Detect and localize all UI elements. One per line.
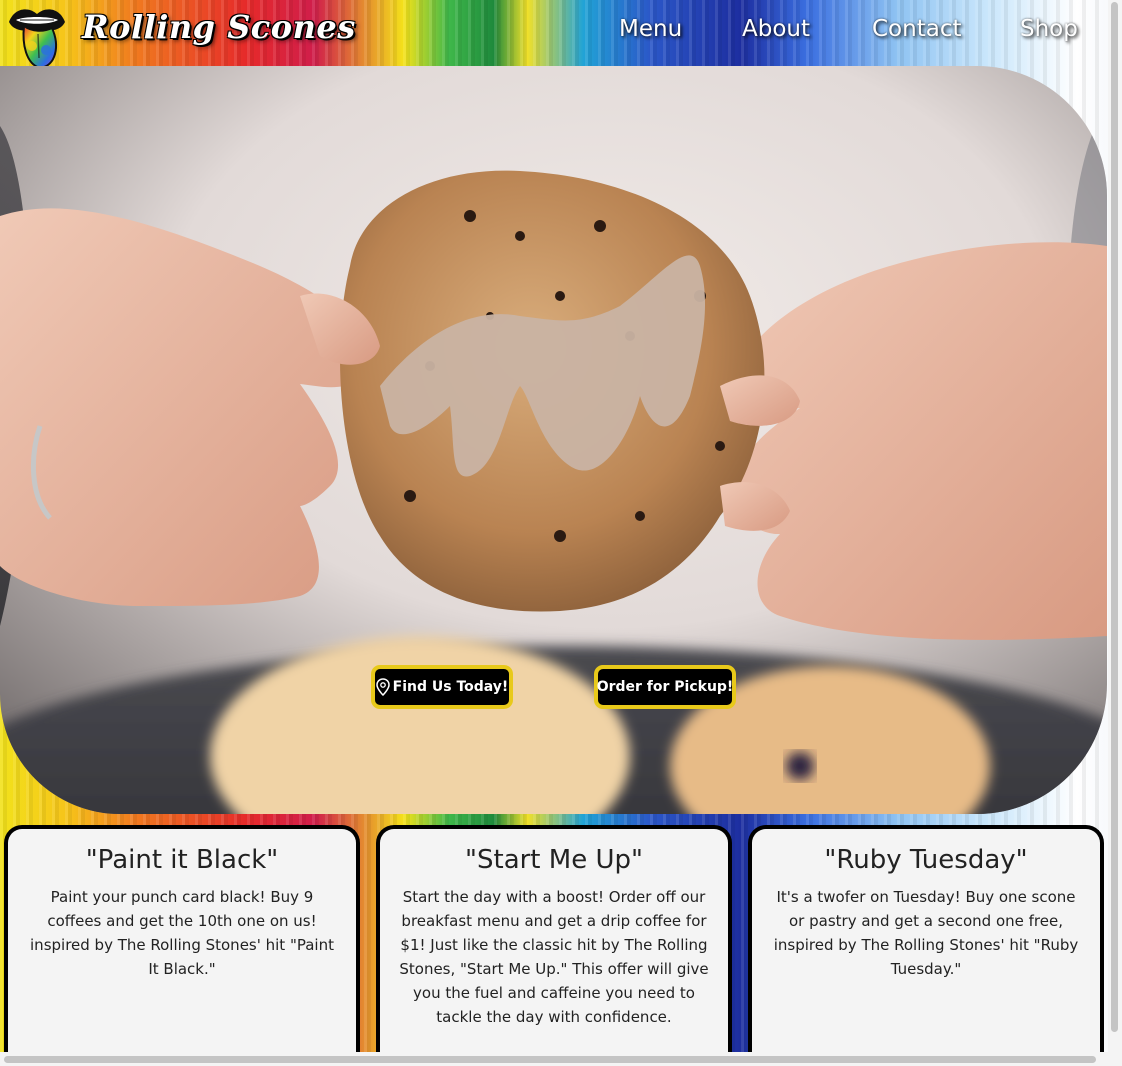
find-us-button[interactable]: Find Us Today!: [371, 665, 513, 709]
vertical-scrollbar[interactable]: [1108, 0, 1122, 1052]
card-title: "Start Me Up": [465, 845, 643, 875]
card-body: It's a twofer on Tuesday! Buy one scone …: [773, 888, 1079, 978]
nav-item-menu[interactable]: Menu: [619, 16, 682, 42]
order-pickup-label: Order for Pickup!: [596, 679, 734, 695]
order-pickup-button[interactable]: Order for Pickup!: [594, 665, 736, 709]
hero-image: [0, 66, 1107, 814]
promo-card-start-me-up: "Start Me Up" Start the day with a boost…: [376, 825, 732, 1065]
horizontal-scrollbar[interactable]: [0, 1052, 1122, 1066]
site-header: Rolling Scones Menu About Contact Shop: [0, 0, 1110, 70]
nav-item-contact[interactable]: Contact: [872, 16, 961, 42]
card-title: "Paint it Black": [85, 845, 279, 875]
card-body: Start the day with a boost! Order off ou…: [399, 888, 709, 1026]
find-us-label: Find Us Today!: [392, 679, 509, 695]
nav-item-shop[interactable]: Shop: [1020, 16, 1078, 42]
card-body: Paint your punch card black! Buy 9 coffe…: [30, 888, 334, 978]
horizontal-scrollbar-thumb[interactable]: [4, 1056, 1096, 1063]
nav-item-about[interactable]: About: [742, 16, 810, 42]
map-pin-icon: [375, 678, 390, 697]
promo-card-ruby-tuesday: "Ruby Tuesday" It's a twofer on Tuesday!…: [748, 825, 1104, 1065]
main-nav: Menu About Contact Shop: [0, 16, 1110, 52]
vertical-scrollbar-thumb[interactable]: [1111, 2, 1118, 1032]
page: Rolling Scones Menu About Contact Shop F…: [0, 0, 1122, 1066]
promo-card-paint-it-black: "Paint it Black" Paint your punch card b…: [4, 825, 360, 1065]
card-title: "Ruby Tuesday": [824, 845, 1028, 875]
